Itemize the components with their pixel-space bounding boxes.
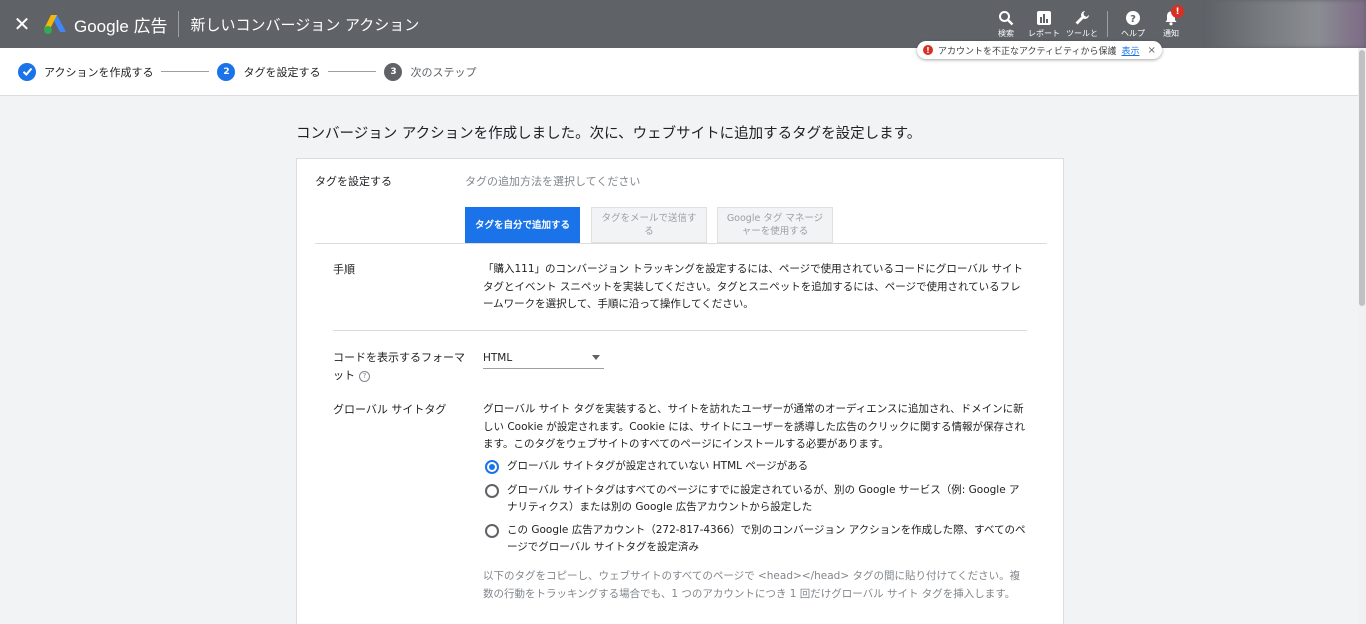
toast-text: アカウントを不正なアクティビティから保護 <box>938 46 1117 57</box>
step-next[interactable]: 3 次のステップ <box>384 62 477 81</box>
dropdown-caret-icon <box>592 355 600 360</box>
tabs-divider <box>315 243 1047 244</box>
steps-text: 「購入111」のコンバージョン トラッキングを設定するには、ページで使用されてい… <box>483 263 1024 310</box>
page-title: 新しいコンバージョン アクション <box>190 15 420 34</box>
radio-tag-same-account[interactable] <box>485 524 499 538</box>
tab-email-tag[interactable]: タグをメールで送信する <box>591 207 707 243</box>
account-avatar[interactable] <box>1206 0 1366 48</box>
step-connector <box>328 71 377 72</box>
format-select-value: HTML <box>483 351 513 364</box>
section-divider <box>333 330 1027 331</box>
notifications-button-label: 通知 <box>1163 28 1179 38</box>
step-label: タグを設定する <box>243 65 321 79</box>
security-toast: ! アカウントを不正なアクティビティから保護 表示 × <box>917 41 1162 59</box>
scrollbar-thumb[interactable] <box>1359 50 1365 306</box>
notification-badge: ! <box>1171 5 1184 18</box>
help-icon: ? <box>1126 10 1140 25</box>
step-label: アクションを作成する <box>44 65 154 79</box>
step-number: 2 <box>217 62 236 81</box>
reports-icon <box>1037 10 1051 25</box>
tab-tag-manager[interactable]: Google タグ マネージャーを使用する <box>717 207 833 243</box>
page-heading: コンバージョン アクションを作成しました。次に、ウェブサイトに追加するタグを設定… <box>296 126 922 142</box>
card-title: タグを設定する <box>315 175 392 188</box>
notifications-button[interactable]: ! 通知 <box>1152 0 1190 48</box>
check-icon <box>18 62 36 81</box>
toast-show-link[interactable]: 表示 <box>1121 44 1139 57</box>
app-top-bar: ✕ Google 広告 新しいコンバージョン アクション 検索 レポート ツール… <box>0 0 1366 48</box>
help-circle-icon[interactable]: ? <box>359 370 370 382</box>
radio-label: この Google 広告アカウント（272-817-4366）で別のコンバージョ… <box>507 524 1026 553</box>
radio-label: グローバル サイトタグはすべてのページにすでに設定されているが、別の Googl… <box>507 484 1020 513</box>
error-icon: ! <box>923 45 933 55</box>
brand-separator <box>177 11 179 37</box>
radio-label: グローバル サイトタグが設定されていない HTML ページがある <box>507 460 809 472</box>
google-ads-logo-icon <box>44 15 66 34</box>
brand-name: Google 広告 <box>74 16 168 36</box>
format-label: コードを表示するフォーマット? <box>333 349 473 385</box>
search-icon <box>999 10 1014 25</box>
tab-install-yourself[interactable]: タグを自分で追加する <box>465 207 580 243</box>
steps-label: 手順 <box>333 263 355 276</box>
step-create-action[interactable]: アクションを作成する <box>18 62 154 81</box>
toolbar-divider <box>1107 11 1108 37</box>
page-scrollbar[interactable] <box>1358 48 1366 624</box>
help-button-label: ヘルプ <box>1121 28 1145 38</box>
search-button-label: 検索 <box>998 28 1014 38</box>
step-number: 3 <box>384 62 403 81</box>
tools-button-label: ツールと <box>1066 28 1098 38</box>
step-connector <box>161 71 210 72</box>
wrench-icon <box>1075 10 1089 24</box>
step-label: 次のステップ <box>410 65 477 79</box>
format-select[interactable]: HTML <box>483 347 604 369</box>
tag-setup-card: タグを設定する タグの追加方法を選択してください タグを自分で追加する タグをメ… <box>296 158 1064 624</box>
global-tag-text: グローバル サイト タグを実装すると、サイトを訪れたユーザーが通常のオーディエン… <box>483 403 1026 450</box>
radio-tag-other-service[interactable] <box>485 484 499 498</box>
card-subtitle: タグの追加方法を選択してください <box>465 175 641 188</box>
reports-button-label: レポート <box>1028 28 1060 38</box>
close-icon[interactable]: ✕ <box>2 0 42 48</box>
toast-close-icon[interactable]: × <box>1148 45 1156 56</box>
format-label-text: コードを表示するフォーマット <box>333 351 465 382</box>
global-tag-label: グローバル サイトタグ <box>333 403 447 416</box>
svg-text:?: ? <box>1130 14 1136 25</box>
step-set-tag[interactable]: 2 タグを設定する <box>217 62 321 81</box>
install-instructions-note: 以下のタグをコピーし、ウェブサイトのすべてのページで <head></head>… <box>483 570 1021 600</box>
radio-no-global-tag[interactable] <box>485 460 499 474</box>
